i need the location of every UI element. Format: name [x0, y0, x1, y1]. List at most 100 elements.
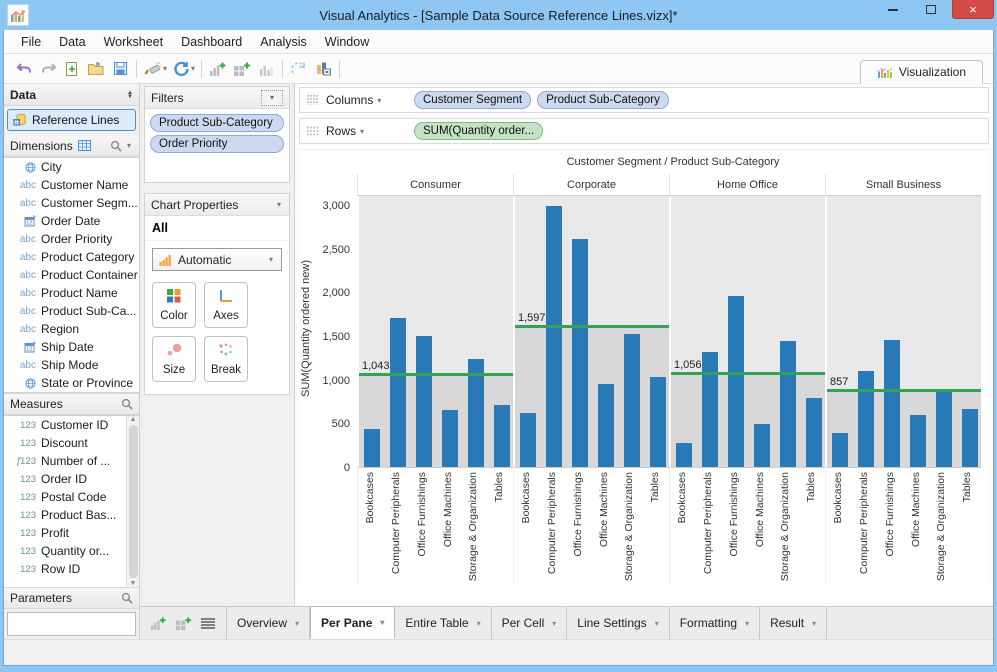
reference-line[interactable] [515, 325, 669, 328]
filter-pill[interactable]: Product Sub-Category [150, 114, 284, 132]
scroll-up-icon[interactable]: ▲ [130, 416, 137, 423]
dimension-item[interactable]: abc Product Category [4, 248, 139, 266]
bar[interactable] [806, 398, 822, 467]
measure-item[interactable]: 123 Quantity or... [4, 542, 126, 560]
measure-item[interactable]: 123 Row ID [4, 560, 126, 578]
bar[interactable] [858, 371, 874, 467]
save-button[interactable] [108, 58, 132, 80]
mark-type-dropdown[interactable]: Automatic ▾ [152, 248, 282, 271]
measure-item[interactable]: 123 Order ID [4, 470, 126, 488]
dimension-item[interactable]: abc Product Container [4, 266, 139, 284]
reference-line[interactable] [359, 373, 513, 376]
bar[interactable] [572, 239, 588, 467]
tab-caret[interactable]: ▾ [552, 619, 556, 628]
dimension-item[interactable]: abc Product Name [4, 284, 139, 302]
data-sort-control[interactable]: ▲ ▼ [127, 90, 133, 100]
bar[interactable] [728, 296, 744, 467]
measures-scrollbar[interactable]: ▲ ▼ [126, 416, 139, 587]
new-worksheet-button[interactable] [206, 58, 230, 80]
visualization-tab[interactable]: Visualization [859, 60, 983, 84]
dimension-item[interactable]: City [4, 158, 139, 176]
dimension-item[interactable]: 12 Order Date [4, 212, 139, 230]
dimension-item[interactable]: 12 Ship Date [4, 338, 139, 356]
search-icon[interactable] [121, 398, 133, 410]
filters-menu-button[interactable]: ▾ [261, 89, 283, 106]
bar[interactable] [676, 443, 692, 467]
columns-pill[interactable]: Customer Segment [414, 91, 532, 109]
columns-shelf-control[interactable]: Columns ▾ [306, 93, 414, 107]
menu-item-window[interactable]: Window [316, 32, 378, 52]
reference-line[interactable] [827, 389, 981, 392]
close-button[interactable]: × [952, 0, 994, 19]
minimize-button[interactable] [876, 0, 910, 19]
bar[interactable] [884, 340, 900, 467]
tab-caret[interactable]: ▾ [655, 619, 659, 628]
undo-button[interactable] [12, 58, 36, 80]
bar[interactable] [650, 377, 666, 467]
scroll-down-icon[interactable]: ▼ [130, 580, 137, 587]
bar[interactable] [442, 410, 458, 467]
measure-item[interactable]: 123 Profit [4, 524, 126, 542]
search-icon[interactable] [121, 592, 133, 604]
bar[interactable] [520, 413, 536, 467]
dimension-item[interactable]: abc Order Priority [4, 230, 139, 248]
refresh-caret[interactable]: ▾ [191, 64, 195, 73]
filter-pill[interactable]: Order Priority [150, 135, 284, 153]
dimension-item[interactable]: State or Province [4, 374, 139, 392]
color-button[interactable]: Color [152, 282, 196, 328]
tab-result[interactable]: Result ▾ [760, 607, 828, 639]
measure-item[interactable]: 123 Postal Code [4, 488, 126, 506]
rows-shelf-control[interactable]: Rows ▾ [306, 124, 414, 138]
scrollbar-thumb[interactable] [128, 425, 138, 578]
bar[interactable] [416, 336, 432, 467]
tab-line-settings[interactable]: Line Settings ▾ [567, 607, 670, 639]
refresh-button[interactable] [169, 58, 193, 80]
data-connection-item[interactable]: Reference Lines [7, 109, 136, 131]
rows-pill[interactable]: SUM(Quantity order... [414, 122, 544, 140]
bar[interactable] [598, 384, 614, 467]
swap-axes-button[interactable] [287, 58, 311, 80]
search-icon[interactable] [110, 140, 122, 152]
measure-item[interactable]: 123 Product Bas... [4, 506, 126, 524]
dimension-item[interactable]: abc Customer Name [4, 176, 139, 194]
chart-properties-collapse-caret[interactable]: ▾ [277, 200, 281, 209]
dimensions-menu-caret[interactable]: ▾ [127, 141, 131, 150]
menu-item-dashboard[interactable]: Dashboard [172, 32, 251, 52]
bar[interactable] [754, 424, 770, 467]
bar[interactable] [962, 409, 978, 467]
dimension-item[interactable]: abc Ship Mode [4, 356, 139, 374]
view-data-icon[interactable] [77, 140, 91, 151]
break-button[interactable]: Break [204, 336, 248, 382]
tab-entire-table[interactable]: Entire Table ▾ [395, 607, 492, 639]
columns-pill[interactable]: Product Sub-Category [537, 91, 669, 109]
new-worksheet-icon[interactable] [150, 616, 167, 631]
tab-caret[interactable]: ▾ [295, 619, 299, 628]
show-me-button[interactable] [311, 58, 335, 80]
bar[interactable] [390, 318, 406, 467]
new-dashboard-button[interactable] [230, 58, 254, 80]
bar[interactable] [702, 352, 718, 467]
tab-overview[interactable]: Overview ▾ [227, 607, 311, 639]
bar[interactable] [832, 433, 848, 467]
new-dashboard-icon[interactable] [175, 616, 192, 631]
menu-item-worksheet[interactable]: Worksheet [95, 32, 173, 52]
measure-item[interactable]: 123 Customer ID [4, 416, 126, 434]
dimension-item[interactable]: abc Customer Segm... [4, 194, 139, 212]
axes-button[interactable]: Axes [204, 282, 248, 328]
dimension-item[interactable]: abc Region [4, 320, 139, 338]
bar[interactable] [780, 341, 796, 467]
bar[interactable] [936, 390, 952, 467]
maximize-button[interactable] [914, 0, 948, 19]
tab-per-cell[interactable]: Per Cell ▾ [492, 607, 568, 639]
measure-item[interactable]: 123 Discount [4, 434, 126, 452]
tab-per-pane[interactable]: Per Pane ▾ [310, 606, 396, 639]
bar[interactable] [546, 206, 562, 467]
tab-caret[interactable]: ▾ [745, 619, 749, 628]
bar[interactable] [624, 334, 640, 467]
dimension-item[interactable]: abc Product Sub-Ca... [4, 302, 139, 320]
measure-item[interactable]: ƒ 123 Number of ... [4, 452, 126, 470]
menu-item-file[interactable]: File [12, 32, 50, 52]
tab-caret[interactable]: ▾ [812, 619, 816, 628]
menu-item-data[interactable]: Data [50, 32, 94, 52]
new-file-button[interactable] [60, 58, 84, 80]
